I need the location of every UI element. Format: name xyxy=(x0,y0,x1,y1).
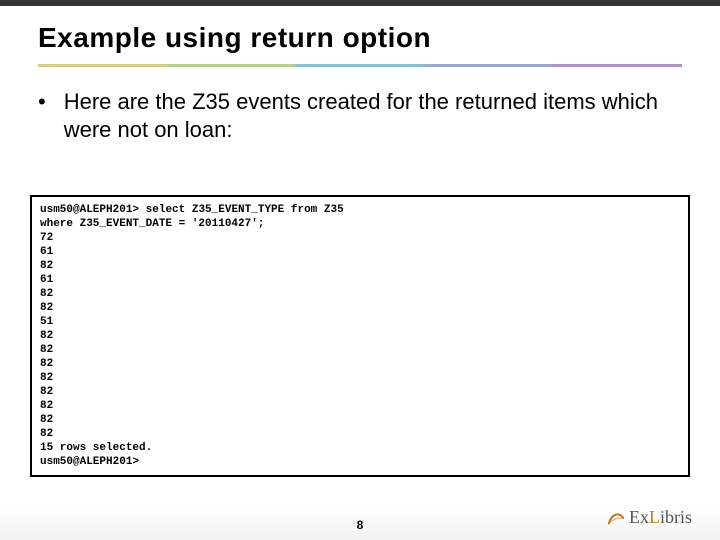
slide-body: • Here are the Z35 events created for th… xyxy=(38,88,682,144)
code-result-row: 82 xyxy=(40,386,53,398)
code-end-prompt: usm50@ALEPH201> xyxy=(40,456,139,468)
bullet-dot-icon: • xyxy=(38,88,46,116)
code-result-row: 82 xyxy=(40,260,53,272)
code-result-row: 72 xyxy=(40,232,53,244)
slide: Example using return option • Here are t… xyxy=(0,0,720,540)
code-result-row: 61 xyxy=(40,246,53,258)
code-result-row: 82 xyxy=(40,302,53,314)
code-rows-selected: 15 rows selected. xyxy=(40,442,152,454)
code-block: usm50@ALEPH201> select Z35_EVENT_TYPE fr… xyxy=(30,195,690,477)
slide-title: Example using return option xyxy=(38,22,682,54)
code-result-row: 61 xyxy=(40,274,53,286)
code-prompt: usm50@ALEPH201> xyxy=(40,204,139,216)
code-result-row: 82 xyxy=(40,400,53,412)
title-underline xyxy=(38,64,682,67)
code-result-row: 82 xyxy=(40,428,53,440)
code-result-row: 82 xyxy=(40,358,53,370)
bottom-shadow xyxy=(0,508,720,540)
code-query-2: where Z35_EVENT_DATE = '20110427'; xyxy=(40,218,264,230)
code-result-row: 82 xyxy=(40,414,53,426)
code-result-row: 82 xyxy=(40,372,53,384)
code-result-row: 82 xyxy=(40,344,53,356)
bullet-item: • Here are the Z35 events created for th… xyxy=(38,88,682,144)
code-query-1: select Z35_EVENT_TYPE from Z35 xyxy=(146,204,344,216)
top-bar xyxy=(0,0,720,6)
code-result-row: 82 xyxy=(40,288,53,300)
code-result-row: 82 xyxy=(40,330,53,342)
bullet-text: Here are the Z35 events created for the … xyxy=(64,88,682,144)
code-result-row: 51 xyxy=(40,316,53,328)
